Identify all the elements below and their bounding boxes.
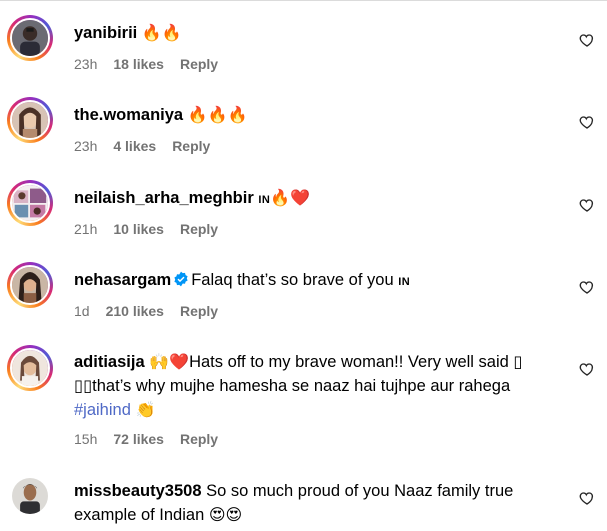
comment-likes[interactable]: 4 likes (113, 138, 156, 154)
clap-emoji: 👏 (135, 400, 156, 419)
avatar[interactable] (7, 262, 53, 308)
reply-button[interactable]: Reply (180, 303, 218, 319)
reply-button[interactable]: Reply (180, 431, 218, 447)
comment-meta: 23h 4 likes Reply (74, 137, 226, 155)
comment-likes[interactable]: 18 likes (113, 56, 164, 72)
reply-button[interactable]: Reply (180, 56, 218, 72)
like-heart-icon[interactable] (579, 279, 595, 295)
like-heart-icon[interactable] (579, 361, 595, 377)
top-divider (0, 0, 607, 1)
like-heart-icon[interactable] (579, 114, 595, 130)
comment-username[interactable]: aditiasija (74, 353, 145, 371)
heart-eyes-emoji: 😍😍 (208, 505, 243, 524)
comment-username[interactable]: missbeauty3508 (74, 482, 202, 500)
emoji: 🔥❤️ (270, 188, 311, 207)
comment-username[interactable]: yanibirii (74, 24, 137, 42)
fire-emoji: 🔥🔥🔥 (187, 105, 248, 124)
comment-meta: 1d 210 likes Reply (74, 302, 234, 320)
missing-glyph-icon: ▯ (513, 353, 523, 371)
comment-username[interactable]: nehasargam (74, 271, 171, 289)
comment-meta: 21h 10 likes Reply (74, 220, 234, 238)
avatar[interactable] (7, 345, 53, 391)
comment-username[interactable]: neilaish_arha_meghbir (74, 189, 254, 207)
hashtag-link[interactable]: #jaihind (74, 401, 131, 419)
comment-likes[interactable]: 10 likes (113, 221, 164, 237)
like-heart-icon[interactable] (579, 490, 595, 506)
avatar[interactable] (7, 97, 53, 143)
verified-badge-icon (174, 271, 188, 287)
comment-likes[interactable]: 72 likes (113, 431, 164, 447)
reply-button[interactable]: Reply (180, 221, 218, 237)
comment-meta: 15h 72 likes Reply (74, 430, 234, 448)
fire-emoji: 🔥🔥 (141, 23, 182, 42)
avatar[interactable] (7, 473, 53, 519)
comment-time[interactable]: 21h (74, 221, 97, 237)
missing-glyph-icon: ▯▯ (74, 377, 93, 395)
comment-text: Falaq that’s so brave of you (191, 271, 394, 289)
comment-time[interactable]: 15h (74, 431, 97, 447)
comment-time[interactable]: 1d (74, 303, 90, 319)
comment-time[interactable]: 23h (74, 138, 97, 154)
avatar[interactable] (7, 15, 53, 61)
comment-meta: 23h 18 likes Reply (74, 55, 234, 73)
india-flag: IN (398, 276, 411, 288)
reply-button[interactable]: Reply (172, 138, 210, 154)
india-flag: IN (258, 194, 271, 206)
comment-likes[interactable]: 210 likes (106, 303, 164, 319)
comment-username[interactable]: the.womaniya (74, 106, 183, 124)
comment-time[interactable]: 23h (74, 56, 97, 72)
like-heart-icon[interactable] (579, 197, 595, 213)
comment-text-line2: example of Indian (74, 506, 205, 524)
comment-text: Hats off to my brave woman!! Very well s… (189, 353, 514, 371)
like-heart-icon[interactable] (579, 32, 595, 48)
emoji: 🙌❤️ (149, 352, 190, 371)
avatar[interactable] (7, 180, 53, 226)
comment-text-line2: that’s why mujhe hamesha se naaz hai tuj… (92, 377, 511, 395)
comment-text: So so much proud of you Naaz family true (206, 482, 514, 500)
